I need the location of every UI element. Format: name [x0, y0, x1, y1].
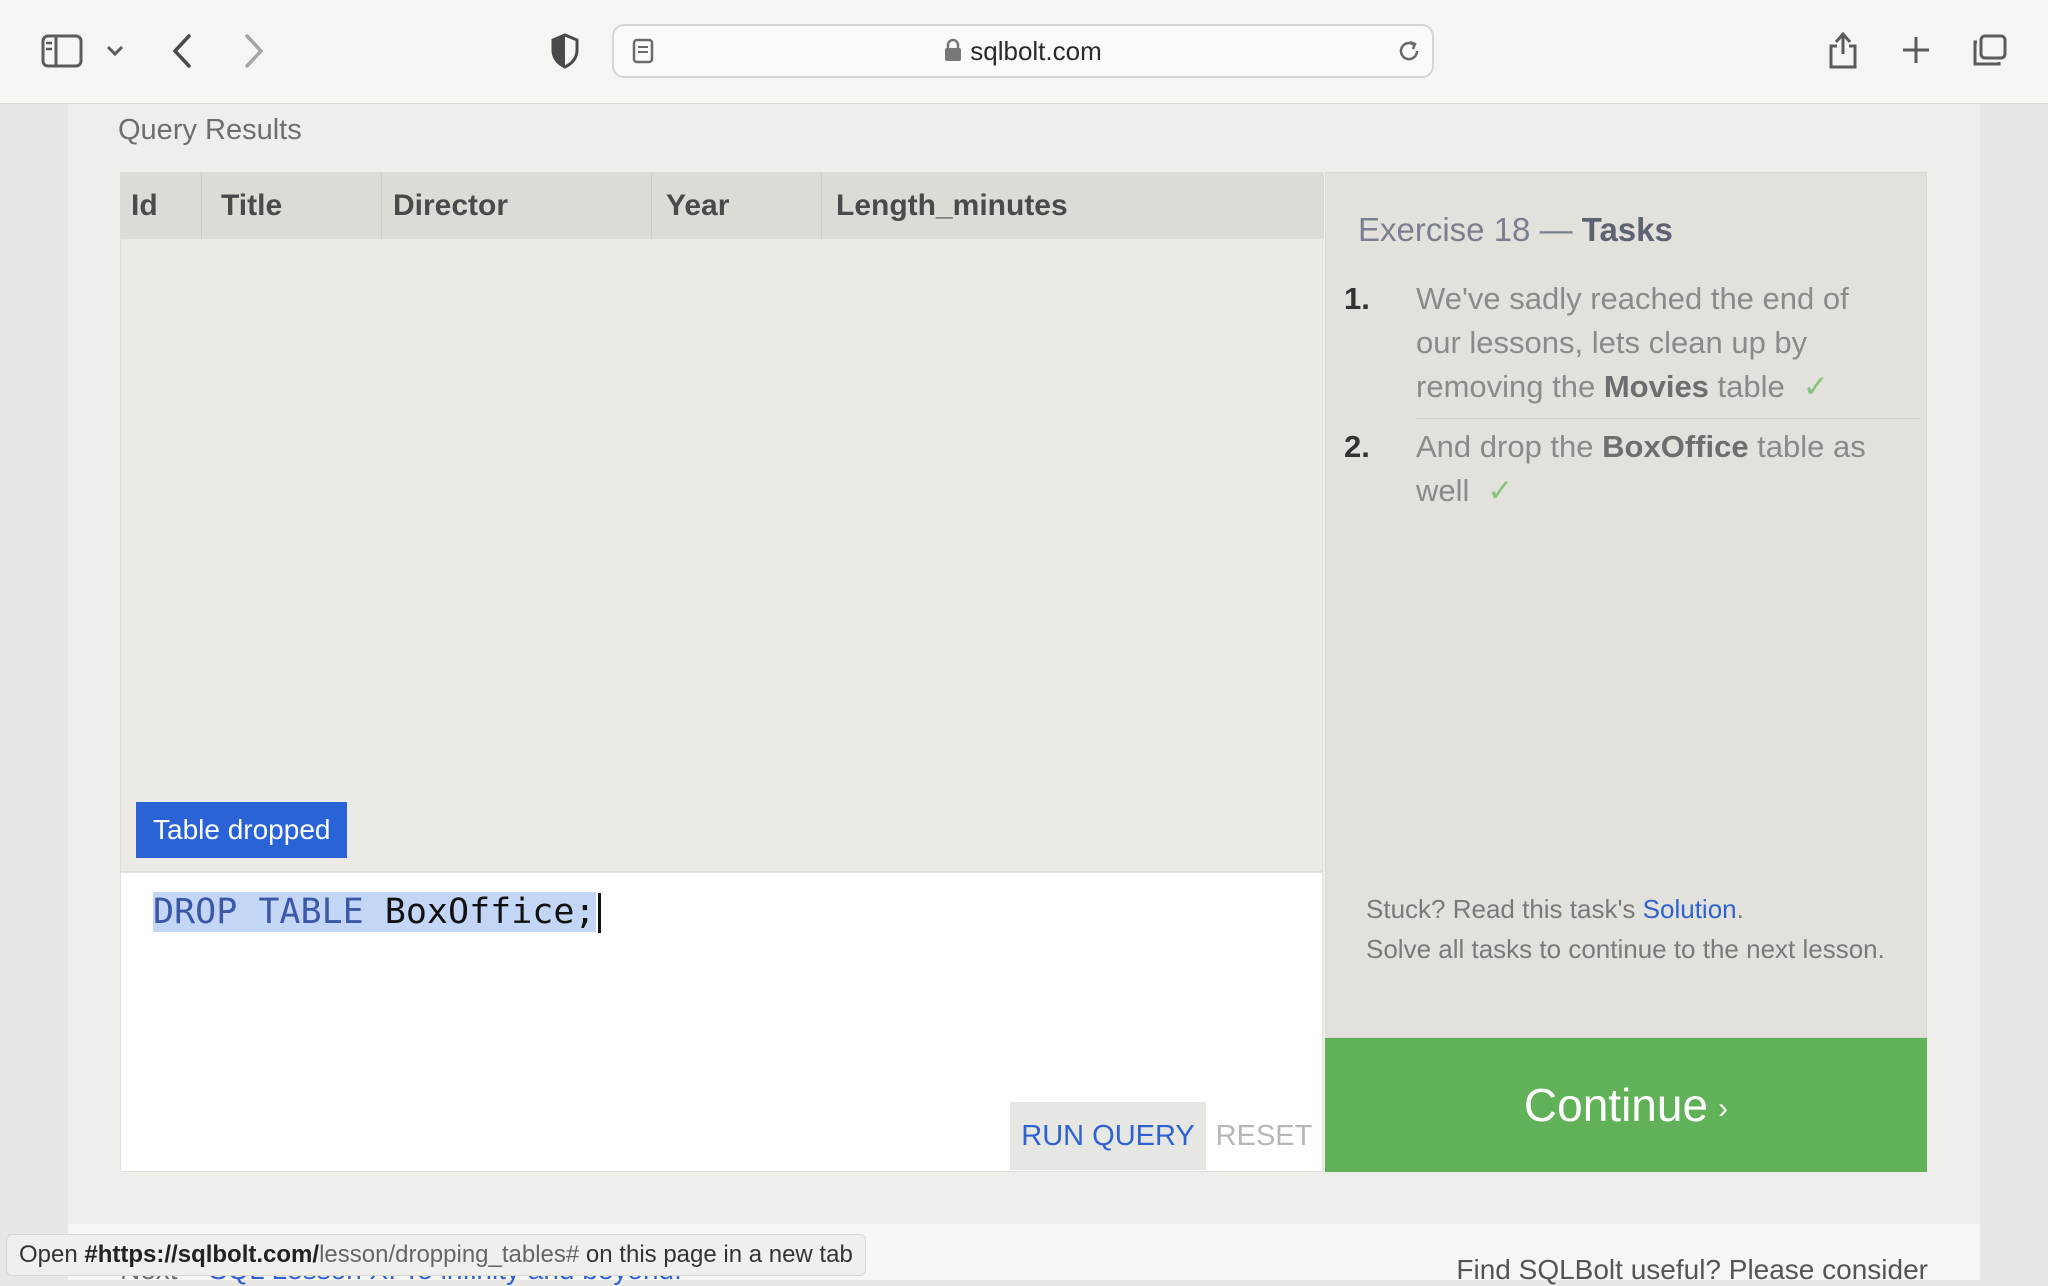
tasks-title: Exercise 18 — Tasks: [1358, 211, 1673, 248]
privacy-shield-icon[interactable]: [546, 30, 584, 72]
table-header: Id Title Director Year Length_minutes: [121, 173, 1324, 239]
back-icon[interactable]: [162, 30, 202, 72]
column-header-director: Director: [393, 189, 509, 222]
reset-button[interactable]: RESET: [1206, 1102, 1322, 1170]
tab-overview-icon[interactable]: [1968, 30, 2010, 72]
browser-toolbar: sqlbolt.com: [0, 0, 2048, 104]
column-header-id: Id: [131, 189, 158, 222]
solution-link[interactable]: Solution: [1643, 894, 1737, 924]
solve-all-text: Solve all tasks to continue to the next …: [1366, 934, 1885, 964]
address-bar[interactable]: sqlbolt.com: [612, 24, 1434, 78]
sql-code[interactable]: DROP TABLE BoxOffice;: [153, 887, 601, 937]
share-icon[interactable]: [1822, 26, 1864, 74]
continue-button[interactable]: Continue ›: [1325, 1038, 1927, 1172]
text-caret: [597, 893, 601, 933]
checkmark-icon: ✓: [1802, 369, 1829, 404]
forward-icon[interactable]: [234, 30, 274, 72]
query-results-table: Id Title Director Year Length_minutes: [120, 172, 1324, 872]
status-toast: Table dropped: [136, 802, 348, 858]
link-status-tooltip: Open #https://sqlbolt.com/lesson/droppin…: [6, 1234, 866, 1276]
task-number: 1.: [1344, 281, 1370, 316]
chevron-down-icon[interactable]: [100, 36, 130, 66]
task-item: 1. We've sadly reached the end of our le…: [1344, 277, 1918, 409]
reload-icon[interactable]: [1394, 36, 1424, 66]
task-number: 2.: [1344, 429, 1370, 464]
chevron-right-icon: ›: [1718, 1091, 1729, 1125]
tasks-panel: Exercise 18 — Tasks 1. We've sadly reach…: [1325, 172, 1927, 1038]
task-item: 2. And drop the BoxOffice table as well ✓: [1344, 425, 1918, 515]
sql-keyword: DROP TABLE: [153, 892, 364, 932]
column-header-length-minutes: Length_minutes: [836, 189, 1068, 222]
support-text: Find SQLBolt useful? Please consider: [1456, 1254, 1928, 1285]
task-text: And drop the BoxOffice table as well ✓: [1416, 429, 1866, 508]
run-query-button[interactable]: RUN QUERY: [1010, 1102, 1206, 1170]
sidebar-toggle-icon[interactable]: [38, 30, 86, 72]
new-tab-icon[interactable]: [1896, 30, 1936, 70]
checkmark-icon: ✓: [1487, 473, 1514, 508]
column-header-year: Year: [666, 189, 730, 222]
task-text: We've sadly reached the end of our lesso…: [1416, 281, 1849, 404]
column-header-title: Title: [221, 189, 283, 222]
url-text: sqlbolt.com: [970, 36, 1102, 66]
lock-icon: [944, 28, 962, 78]
sql-rest: BoxOffice;: [363, 892, 596, 932]
help-text: Stuck? Read this task's Solution. Solve …: [1366, 889, 1906, 969]
query-results-label: Query Results: [118, 114, 302, 146]
